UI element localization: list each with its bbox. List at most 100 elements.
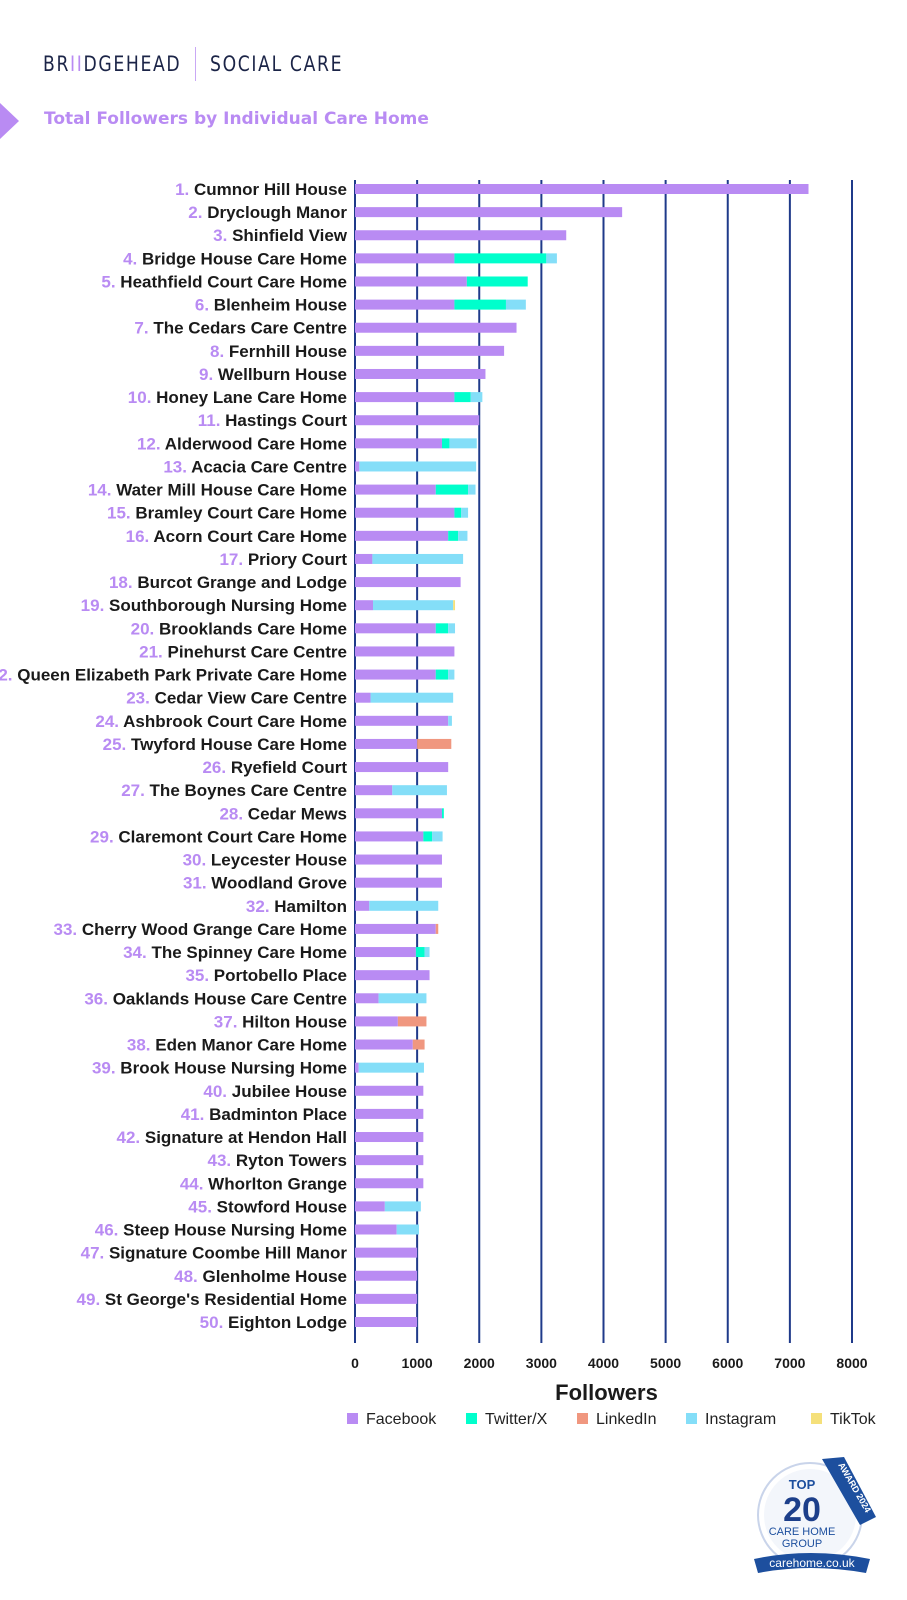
rank-number: 34. bbox=[123, 943, 151, 962]
rank-number: 48. bbox=[174, 1267, 202, 1286]
care-home-name: Twyford House Care Home bbox=[131, 735, 347, 754]
care-home-name: The Cedars Care Centre bbox=[153, 319, 347, 338]
bar-segment-facebook bbox=[355, 392, 455, 403]
category-label: 27. The Boynes Care Centre bbox=[121, 781, 347, 800]
rank-number: 46. bbox=[95, 1221, 123, 1240]
care-home-name: Stowford House bbox=[217, 1197, 347, 1216]
care-home-name: Cherry Wood Grange Care Home bbox=[82, 920, 347, 939]
rank-number: 45. bbox=[188, 1197, 216, 1216]
bar-segment-facebook bbox=[355, 970, 430, 981]
care-home-name: Fernhill House bbox=[229, 342, 347, 361]
bar-segment-linkedin bbox=[412, 1039, 425, 1050]
x-tick-label: 4000 bbox=[588, 1355, 619, 1371]
bar-segment-twitter-x bbox=[435, 484, 469, 495]
category-label: 1. Cumnor Hill House bbox=[175, 180, 347, 199]
bar-segment-twitter-x bbox=[441, 808, 444, 819]
bar-segment-instagram bbox=[358, 1062, 424, 1073]
bar-segment-twitter-x bbox=[454, 392, 471, 403]
bar-segment-twitter-x bbox=[435, 669, 449, 680]
care-home-name: Shinfield View bbox=[232, 226, 348, 245]
bar-segment-facebook bbox=[355, 1085, 424, 1096]
legend-item: Instagram bbox=[686, 1411, 776, 1428]
badge-line1: CARE HOME bbox=[769, 1526, 836, 1538]
care-home-name: Ryton Towers bbox=[236, 1151, 347, 1170]
bar-segment-instagram bbox=[373, 600, 454, 611]
legend-label: Instagram bbox=[705, 1411, 776, 1428]
bar-segment-instagram bbox=[392, 785, 447, 796]
rank-number: 30. bbox=[183, 851, 211, 870]
rank-number: 21. bbox=[139, 642, 167, 661]
legend-label: TikTok bbox=[830, 1411, 877, 1428]
care-home-name: Ryefield Court bbox=[231, 758, 348, 777]
care-home-name: Burcot Grange and Lodge bbox=[137, 573, 347, 592]
bar-segment-facebook bbox=[355, 253, 455, 264]
bar-segment-instagram bbox=[432, 831, 443, 842]
category-label: 12. Alderwood Care Home bbox=[137, 434, 347, 453]
category-label: 19. Southborough Nursing Home bbox=[81, 596, 347, 615]
care-home-name: Cedar View Care Centre bbox=[155, 689, 347, 708]
category-label: 26. Ryefield Court bbox=[202, 758, 347, 777]
bar-segment-twitter-x bbox=[448, 530, 459, 541]
rank-number: 25. bbox=[103, 735, 131, 754]
rank-number: 37. bbox=[214, 1012, 242, 1031]
category-label: 49. St George's Residential Home bbox=[77, 1290, 347, 1309]
category-label: 13. Acacia Care Centre bbox=[163, 457, 347, 476]
bar-segment-facebook bbox=[355, 947, 416, 958]
legend-item: Facebook bbox=[347, 1411, 437, 1428]
legend-label: Twitter/X bbox=[485, 1411, 548, 1428]
rank-number: 10. bbox=[128, 388, 156, 407]
bar-segment-instagram bbox=[461, 507, 469, 518]
care-home-name: Signature Coombe Hill Manor bbox=[109, 1244, 347, 1263]
bar-segment-facebook bbox=[355, 993, 379, 1004]
bar-segment-facebook bbox=[355, 507, 455, 518]
rank-number: 22. bbox=[0, 666, 17, 685]
bar-segment-facebook bbox=[355, 923, 436, 934]
category-label: 10. Honey Lane Care Home bbox=[128, 388, 347, 407]
bar-segment-facebook bbox=[355, 715, 449, 726]
bar-segment-instagram bbox=[378, 993, 427, 1004]
care-home-name: Badminton Place bbox=[209, 1105, 347, 1124]
bar-segment-instagram bbox=[505, 299, 526, 310]
bar-segment-twitter-x bbox=[441, 438, 450, 449]
rank-number: 15. bbox=[107, 504, 135, 523]
category-label: 7. The Cedars Care Centre bbox=[134, 319, 347, 338]
bar-segment-facebook bbox=[355, 785, 393, 796]
rank-number: 38. bbox=[127, 1036, 155, 1055]
category-label: 45. Stowford House bbox=[188, 1197, 347, 1216]
category-label: 30. Leycester House bbox=[183, 851, 347, 870]
category-label: 43. Ryton Towers bbox=[208, 1151, 348, 1170]
bar-segment-facebook bbox=[355, 553, 373, 564]
category-label: 34. The Spinney Care Home bbox=[123, 943, 347, 962]
category-label: 37. Hilton House bbox=[214, 1012, 347, 1031]
bar-segment-instagram bbox=[449, 438, 477, 449]
care-home-name: Woodland Grove bbox=[211, 874, 347, 893]
bar-segment-facebook bbox=[355, 184, 809, 194]
care-home-name: Hamilton bbox=[274, 897, 347, 916]
care-home-name: Queen Elizabeth Park Private Care Home bbox=[17, 666, 347, 685]
bar-segment-instagram bbox=[370, 692, 454, 703]
care-home-name: Blenheim House bbox=[214, 296, 347, 315]
bar-segment-facebook bbox=[355, 1224, 397, 1235]
category-label: 48. Glenholme House bbox=[174, 1267, 347, 1286]
category-label: 18. Burcot Grange and Lodge bbox=[109, 573, 347, 592]
bar-segment-facebook bbox=[355, 877, 442, 888]
care-home-name: Priory Court bbox=[248, 550, 348, 569]
rank-number: 44. bbox=[180, 1174, 208, 1193]
category-label: 33. Cherry Wood Grange Care Home bbox=[54, 920, 348, 939]
rank-number: 8. bbox=[210, 342, 229, 361]
bar-segment-facebook bbox=[355, 900, 370, 911]
legend-label: LinkedIn bbox=[596, 1411, 657, 1428]
rank-number: 12. bbox=[137, 434, 165, 453]
bar-segment-facebook bbox=[355, 368, 486, 379]
badge-top: TOP bbox=[789, 1477, 816, 1492]
care-home-name: Bridge House Care Home bbox=[142, 249, 347, 268]
legend-swatch bbox=[811, 1413, 822, 1424]
category-label: 11. Hastings Court bbox=[198, 411, 348, 430]
x-tick-label: 7000 bbox=[774, 1355, 805, 1371]
category-label: 3. Shinfield View bbox=[213, 226, 348, 245]
rank-number: 19. bbox=[81, 596, 109, 615]
bar-segment-twitter-x bbox=[466, 276, 528, 287]
bar-segment-linkedin bbox=[397, 1016, 427, 1027]
care-home-name: Leycester House bbox=[211, 851, 347, 870]
bar-segment-facebook bbox=[355, 484, 436, 495]
